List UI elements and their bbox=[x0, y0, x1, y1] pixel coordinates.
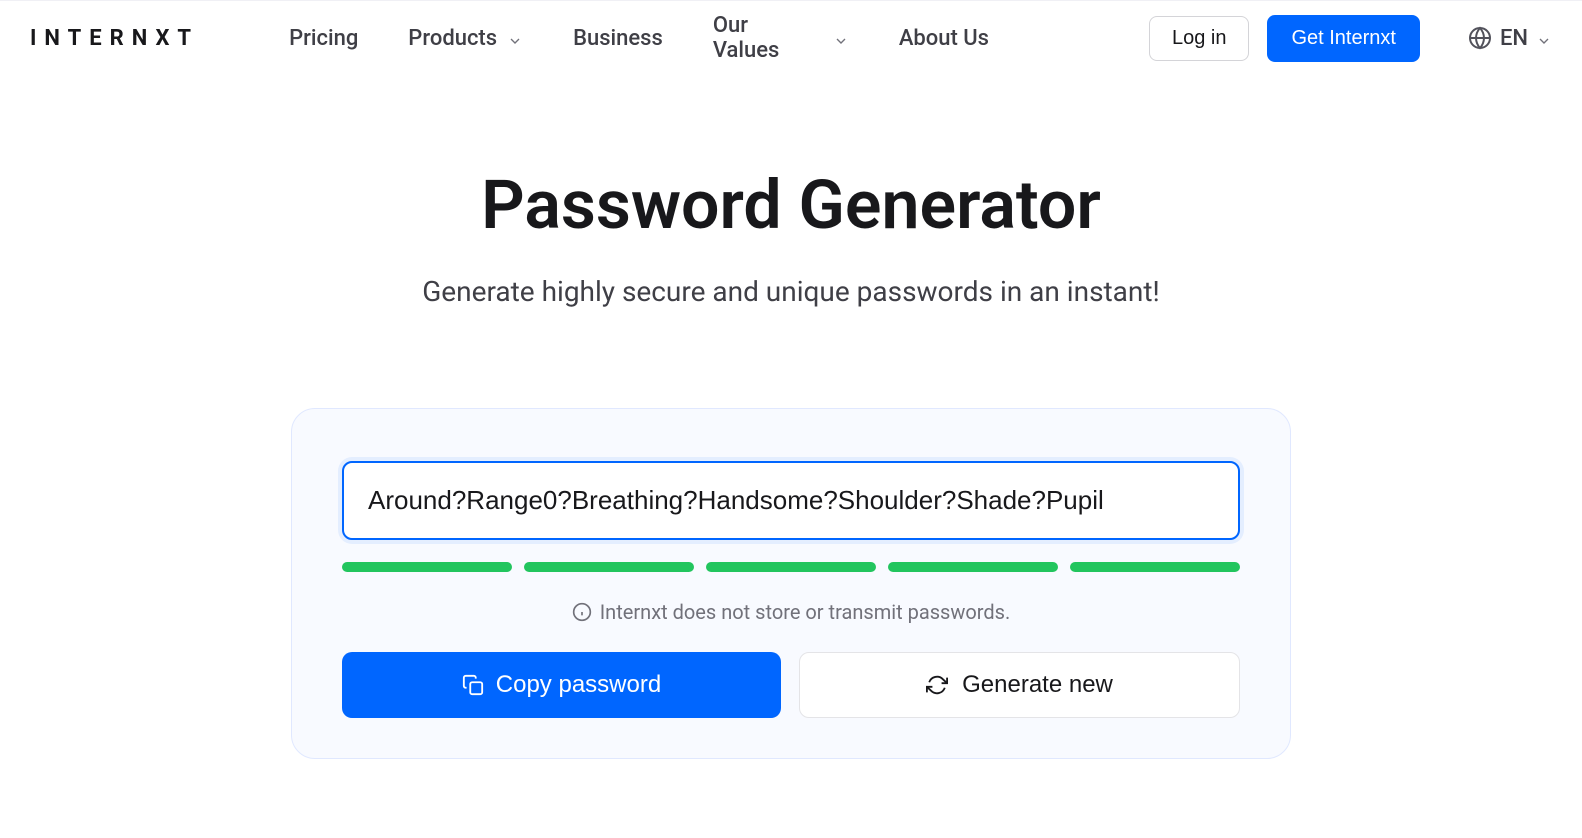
strength-segment bbox=[524, 562, 694, 572]
main-content: Password Generator Generate highly secur… bbox=[0, 75, 1582, 799]
nav-about-label: About Us bbox=[899, 26, 989, 51]
copy-icon bbox=[462, 674, 484, 696]
nav-values-label: Our Values bbox=[713, 13, 793, 63]
refresh-icon bbox=[926, 674, 948, 696]
nav-about[interactable]: About Us bbox=[899, 26, 989, 51]
header-actions: Log in Get Internxt EN bbox=[1149, 15, 1552, 62]
page-title: Password Generator bbox=[481, 165, 1101, 245]
strength-segment bbox=[706, 562, 876, 572]
strength-segment bbox=[342, 562, 512, 572]
login-button[interactable]: Log in bbox=[1149, 16, 1250, 61]
strength-segment bbox=[888, 562, 1058, 572]
copy-label: Copy password bbox=[496, 671, 661, 699]
nav-products[interactable]: Products bbox=[408, 26, 523, 51]
page-subtitle: Generate highly secure and unique passwo… bbox=[422, 275, 1160, 308]
chevron-down-icon bbox=[833, 30, 849, 46]
disclaimer: Internxt does not store or transmit pass… bbox=[342, 600, 1240, 624]
generate-label: Generate new bbox=[962, 671, 1113, 699]
nav-values[interactable]: Our Values bbox=[713, 13, 849, 63]
chevron-down-icon bbox=[1536, 30, 1552, 46]
copy-password-button[interactable]: Copy password bbox=[342, 652, 781, 718]
card-actions: Copy password Generate new bbox=[342, 652, 1240, 718]
main-nav: Pricing Products Business Our Values Abo… bbox=[289, 13, 989, 63]
nav-business[interactable]: Business bbox=[573, 26, 663, 51]
nav-pricing-label: Pricing bbox=[289, 26, 358, 51]
globe-icon bbox=[1468, 26, 1492, 50]
chevron-down-icon bbox=[507, 30, 523, 46]
nav-pricing[interactable]: Pricing bbox=[289, 26, 358, 51]
logo[interactable]: INTERNXT bbox=[30, 26, 199, 51]
info-icon bbox=[572, 602, 592, 622]
nav-products-label: Products bbox=[408, 26, 497, 51]
get-internxt-button[interactable]: Get Internxt bbox=[1267, 15, 1420, 62]
strength-meter bbox=[342, 562, 1240, 572]
generate-new-button[interactable]: Generate new bbox=[799, 652, 1240, 718]
strength-segment bbox=[1070, 562, 1240, 572]
nav-business-label: Business bbox=[573, 26, 663, 51]
language-label: EN bbox=[1500, 26, 1528, 51]
header: INTERNXT Pricing Products Business Our V… bbox=[0, 0, 1582, 75]
password-input[interactable] bbox=[342, 461, 1240, 540]
language-selector[interactable]: EN bbox=[1468, 26, 1552, 51]
generator-card: Internxt does not store or transmit pass… bbox=[291, 408, 1291, 759]
disclaimer-text: Internxt does not store or transmit pass… bbox=[600, 600, 1011, 624]
